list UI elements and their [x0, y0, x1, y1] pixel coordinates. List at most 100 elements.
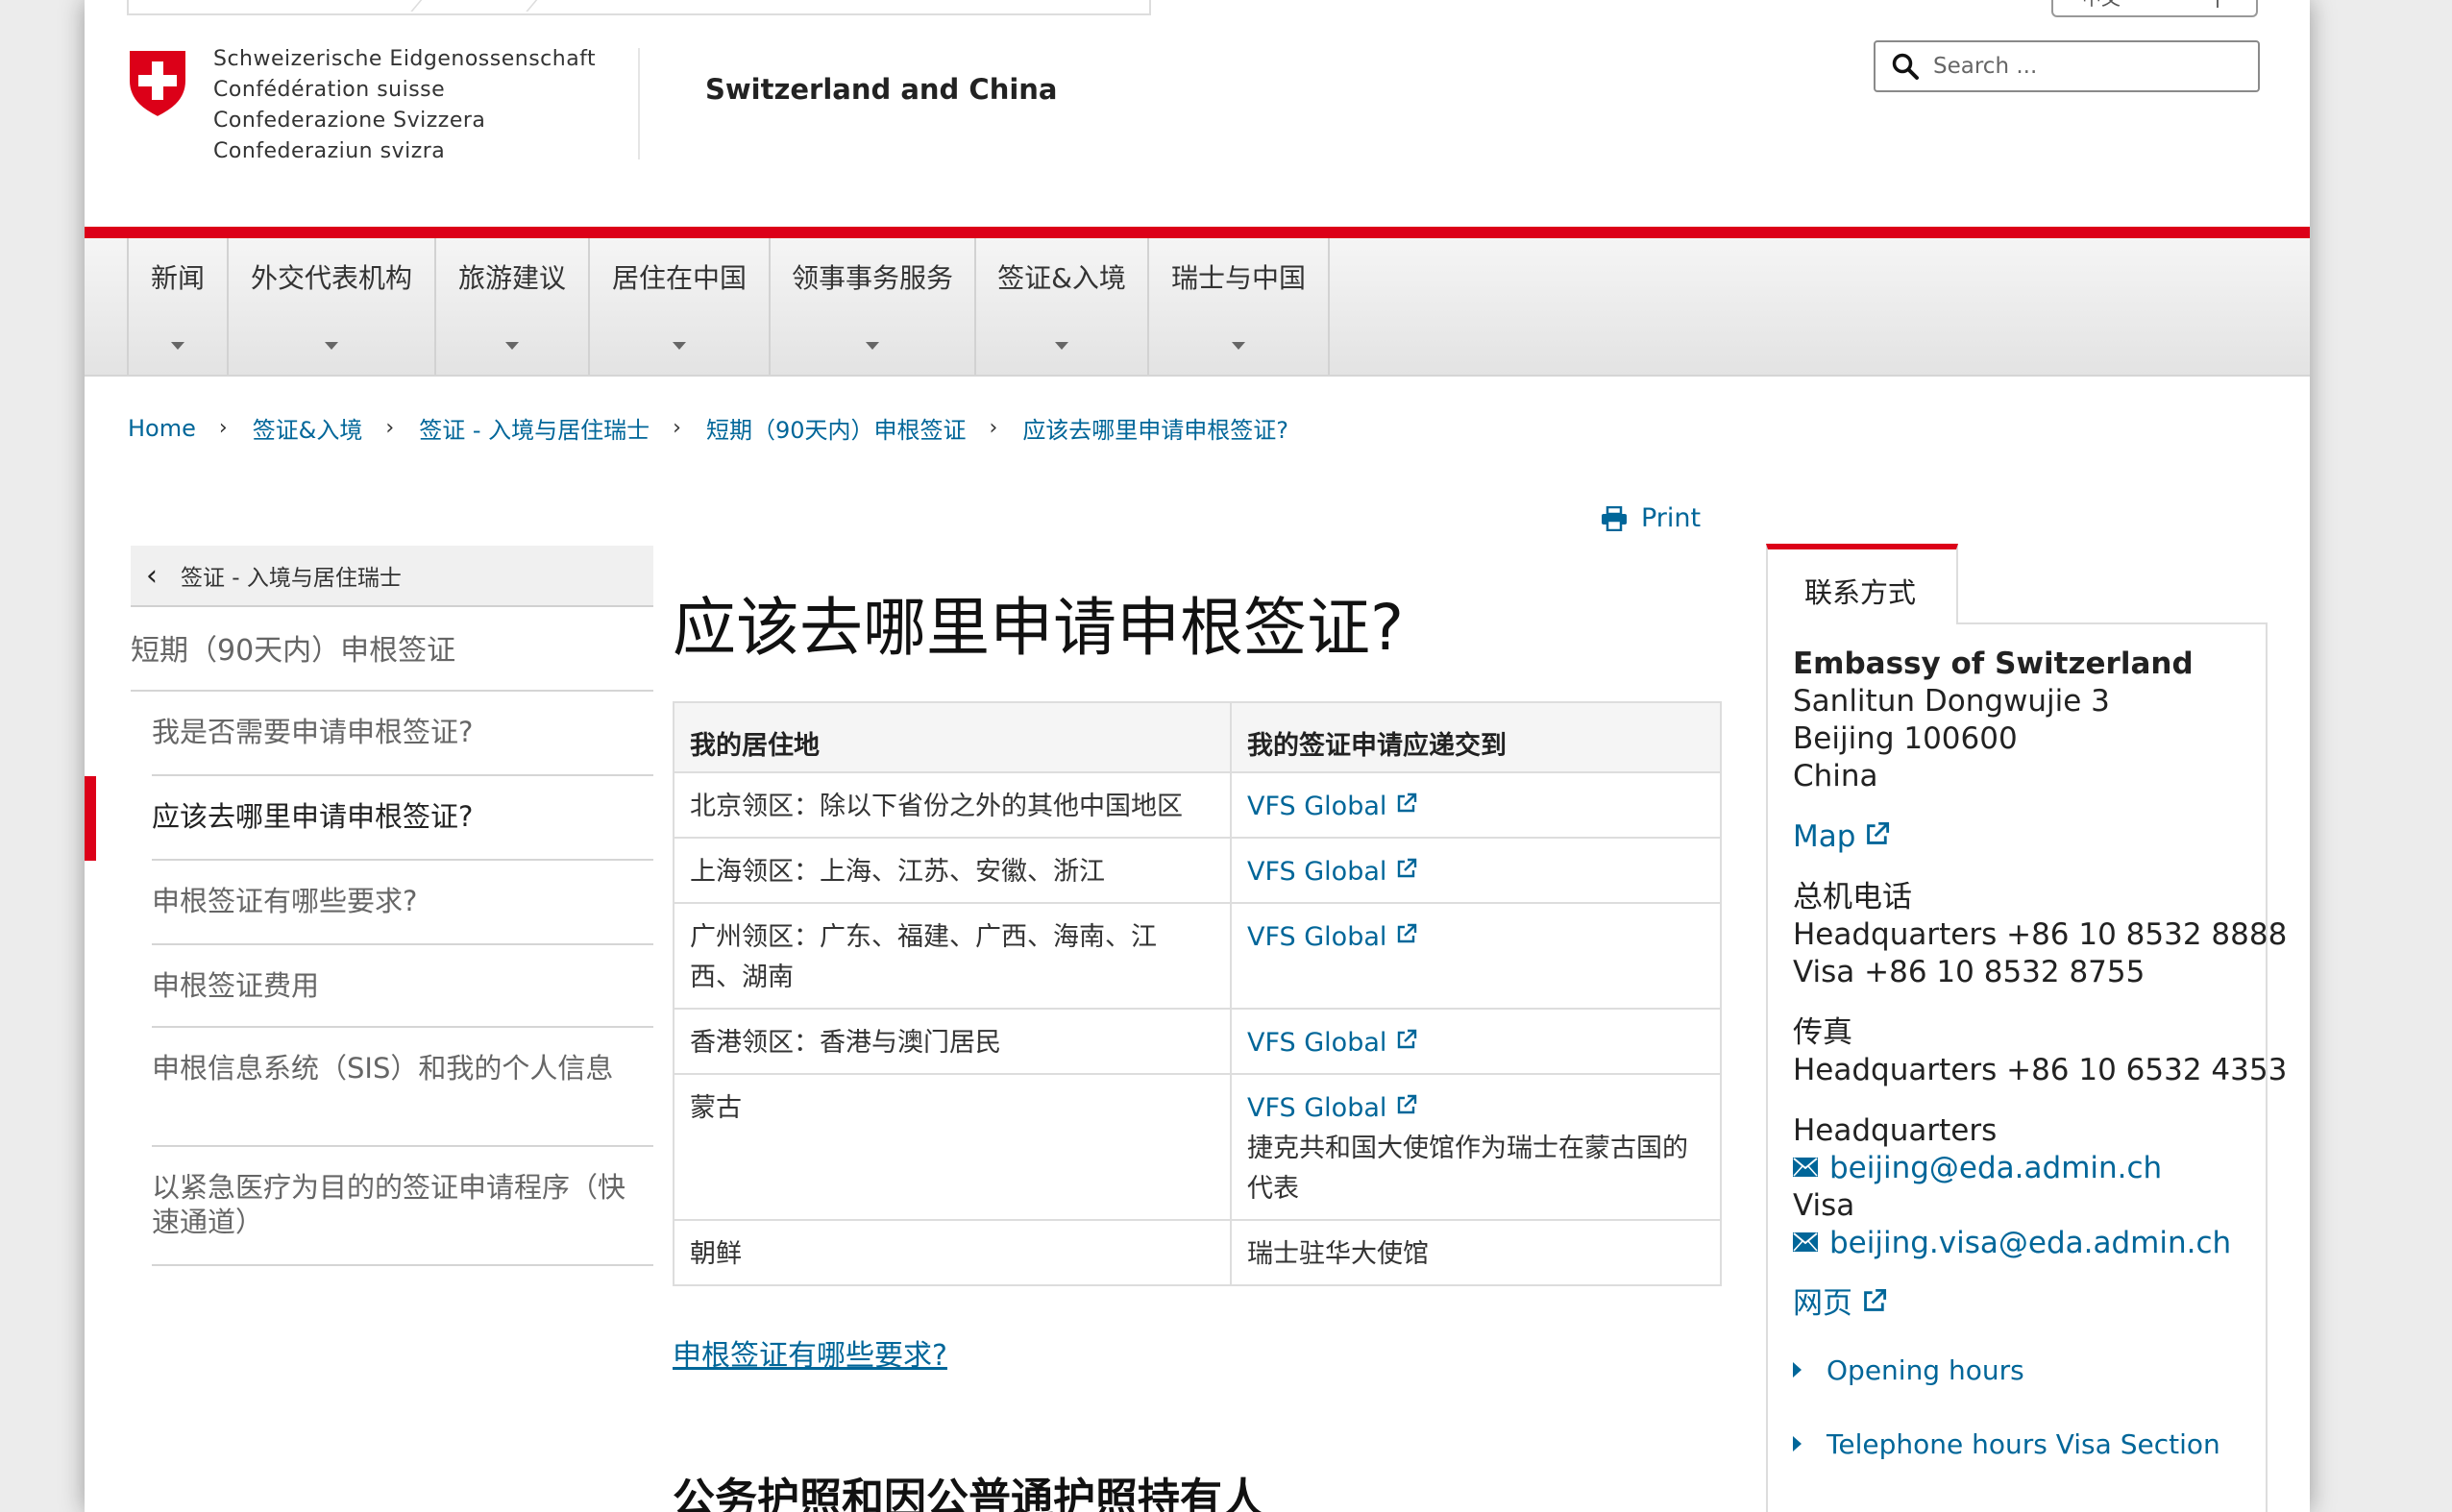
- nav-item-consular-services[interactable]: 领事事务服务: [771, 238, 976, 375]
- application-table: 我的居住地 我的签证申请应递交到 北京领区：除以下省份之外的其他中国地区 VFS…: [673, 701, 1722, 1286]
- external-link-icon: [1867, 821, 1890, 844]
- table-row: 香港领区：香港与澳门居民 VFS Global: [673, 1008, 1722, 1075]
- external-link-icon: [1398, 1094, 1417, 1113]
- address-line: Sanlitun Dongwujie 3: [1793, 684, 2110, 719]
- requirements-link[interactable]: 申根签证有哪些要求?: [673, 1331, 947, 1374]
- header-red-line: [85, 227, 2310, 238]
- destination-cell: VFS Global: [1230, 902, 1722, 1010]
- top-utility-bar: [127, 0, 1151, 15]
- residence-cell: 蒙古: [673, 1073, 1232, 1221]
- chevron-right-icon: ›: [218, 416, 228, 440]
- table-row: 广州领区：广东、福建、广西、海南、江西、湖南 VFS Global: [673, 902, 1722, 1010]
- visa-email-link[interactable]: beijing.visa@eda.admin.ch: [1793, 1226, 2231, 1260]
- external-link-icon: [1398, 923, 1417, 942]
- nav-item-representations[interactable]: 外交代表机构: [229, 238, 436, 375]
- chevron-down-icon: [866, 342, 879, 350]
- external-link-icon: [1398, 858, 1417, 877]
- residence-cell: 朝鲜: [673, 1219, 1232, 1286]
- external-link-icon: [1864, 1288, 1887, 1311]
- search-icon: [1892, 53, 1919, 80]
- vfs-global-link[interactable]: VFS Global: [1247, 1093, 1417, 1123]
- caret-right-icon: [1793, 1436, 1802, 1451]
- left-nav-item-active[interactable]: 应该去哪里申请申根签证?: [152, 799, 651, 834]
- page: 中文 Schweizerische Eidgenossenschaft Conf…: [85, 0, 2310, 1512]
- phone-number: Visa +86 10 8532 8755: [1793, 955, 2146, 989]
- vfs-global-link[interactable]: VFS Global: [1247, 857, 1417, 887]
- printer-icon: [1602, 505, 1627, 531]
- search-box[interactable]: [1874, 40, 2260, 92]
- table-row: 上海领区：上海、江苏、安徽、浙江 VFS Global: [673, 837, 1722, 904]
- tab-contact[interactable]: 联系方式: [1766, 544, 1958, 624]
- chevron-right-icon: ›: [385, 416, 395, 440]
- website-link[interactable]: 网页: [1793, 1286, 1887, 1321]
- embassy-name: Embassy of Switzerland: [1793, 646, 2194, 681]
- chevron-down-icon: [505, 342, 519, 350]
- address-line: Beijing 100600: [1793, 721, 2018, 756]
- left-nav-back[interactable]: ‹ 签证 - 入境与居住瑞士: [131, 546, 653, 607]
- column-header: 我的签证申请应递交到: [1230, 701, 1722, 773]
- left-nav-item[interactable]: 我是否需要申请申根签证?: [152, 715, 651, 749]
- breadcrumb-visa-entry[interactable]: 签证&入境: [253, 411, 363, 445]
- chevron-down-icon: [171, 342, 184, 350]
- telephone-hours-toggle[interactable]: Telephone hours Visa Section: [1793, 1428, 2220, 1460]
- nav-item-travel-advice[interactable]: 旅游建议: [436, 238, 590, 375]
- residence-cell: 上海领区：上海、江苏、安徽、浙江: [673, 837, 1232, 904]
- nav-item-living-in-china[interactable]: 居住在中国: [590, 238, 771, 375]
- search-input[interactable]: [1933, 54, 2241, 79]
- left-nav-item[interactable]: 以紧急医疗为目的的签证申请程序（快速通道）: [152, 1170, 632, 1239]
- table-row: 朝鲜 瑞士驻华大使馆: [673, 1219, 1722, 1286]
- left-nav-item[interactable]: 申根签证费用: [152, 968, 651, 1003]
- main-navigation: 新闻 外交代表机构 旅游建议 居住在中国 领事事务服务 签证&入境 瑞士与中国: [85, 238, 2310, 377]
- print-button[interactable]: Print: [1601, 503, 1701, 533]
- map-link[interactable]: Map: [1793, 819, 1890, 854]
- destination-cell: VFS Global: [1230, 771, 1722, 839]
- external-link-icon: [1398, 793, 1417, 812]
- left-nav-item[interactable]: 申根签证有哪些要求?: [152, 884, 651, 918]
- address-line: China: [1793, 759, 1878, 793]
- fax-label: 传真: [1793, 1015, 1852, 1050]
- external-link-icon: [1398, 1029, 1417, 1048]
- language-label: 中文: [2082, 0, 2121, 11]
- destination-cell: VFS Global 捷克共和国大使馆作为瑞士在蒙古国的代表: [1230, 1073, 1722, 1221]
- column-header: 我的居住地: [673, 701, 1232, 773]
- nav-item-switzerland-china[interactable]: 瑞士与中国: [1149, 238, 1330, 375]
- phone-label: 总机电话: [1793, 880, 1912, 915]
- left-nav-parent[interactable]: 短期（90天内）申根签证: [131, 626, 455, 669]
- vfs-global-link[interactable]: VFS Global: [1247, 1028, 1417, 1058]
- table-row: 北京领区：除以下省份之外的其他中国地区 VFS Global: [673, 771, 1722, 839]
- breadcrumb-visa-residence[interactable]: 签证 - 入境与居住瑞士: [419, 411, 650, 445]
- chevron-right-icon: ›: [989, 416, 998, 440]
- envelope-icon: [1793, 1157, 1818, 1177]
- opening-hours-toggle[interactable]: Opening hours: [1793, 1354, 2024, 1386]
- swiss-coat-of-arms-icon[interactable]: [127, 48, 188, 119]
- chevron-right-icon: ›: [673, 416, 681, 440]
- destination-cell: 瑞士驻华大使馆: [1230, 1219, 1722, 1286]
- breadcrumb-current[interactable]: 应该去哪里申请申根签证?: [1022, 411, 1288, 445]
- residence-cell: 广州领区：广东、福建、广西、海南、江西、湖南: [673, 902, 1232, 1010]
- page-title: 应该去哪里申请申根签证?: [673, 591, 1405, 665]
- residence-cell: 香港领区：香港与澳门居民: [673, 1008, 1232, 1075]
- breadcrumb-schengen-visa[interactable]: 短期（90天内）申根签证: [706, 411, 967, 445]
- envelope-icon: [1793, 1232, 1818, 1252]
- fax-number: Headquarters +86 10 6532 4353: [1793, 1053, 2288, 1087]
- chevron-down-icon: [1232, 342, 1245, 350]
- vfs-global-link[interactable]: VFS Global: [1247, 792, 1417, 821]
- table-row: 蒙古 VFS Global 捷克共和国大使馆作为瑞士在蒙古国的代表: [673, 1073, 1722, 1221]
- left-nav-item[interactable]: 申根信息系统（SIS）和我的个人信息: [152, 1051, 632, 1085]
- phone-number: Headquarters +86 10 8532 8888: [1793, 917, 2288, 952]
- language-selector[interactable]: 中文: [2051, 0, 2258, 17]
- breadcrumb-home[interactable]: Home: [128, 415, 196, 442]
- nav-item-visa-entry[interactable]: 签证&入境: [976, 238, 1149, 375]
- destination-cell: VFS Global: [1230, 837, 1722, 904]
- hq-email-link[interactable]: beijing@eda.admin.ch: [1793, 1151, 2162, 1185]
- contact-details: Embassy of Switzerland Sanlitun Dongwuji…: [1793, 646, 2287, 1486]
- visa-label: Visa: [1793, 1188, 1855, 1223]
- hq-label: Headquarters: [1793, 1113, 1998, 1148]
- active-indicator: [85, 776, 96, 861]
- chevron-down-icon: [673, 342, 686, 350]
- residence-cell: 北京领区：除以下省份之外的其他中国地区: [673, 771, 1232, 839]
- vfs-global-link[interactable]: VFS Global: [1247, 922, 1417, 952]
- nav-item-news[interactable]: 新闻: [127, 238, 229, 375]
- confederation-names: Schweizerische Eidgenossenschaft Confédé…: [213, 47, 597, 163]
- site-title[interactable]: Switzerland and China: [705, 73, 1058, 106]
